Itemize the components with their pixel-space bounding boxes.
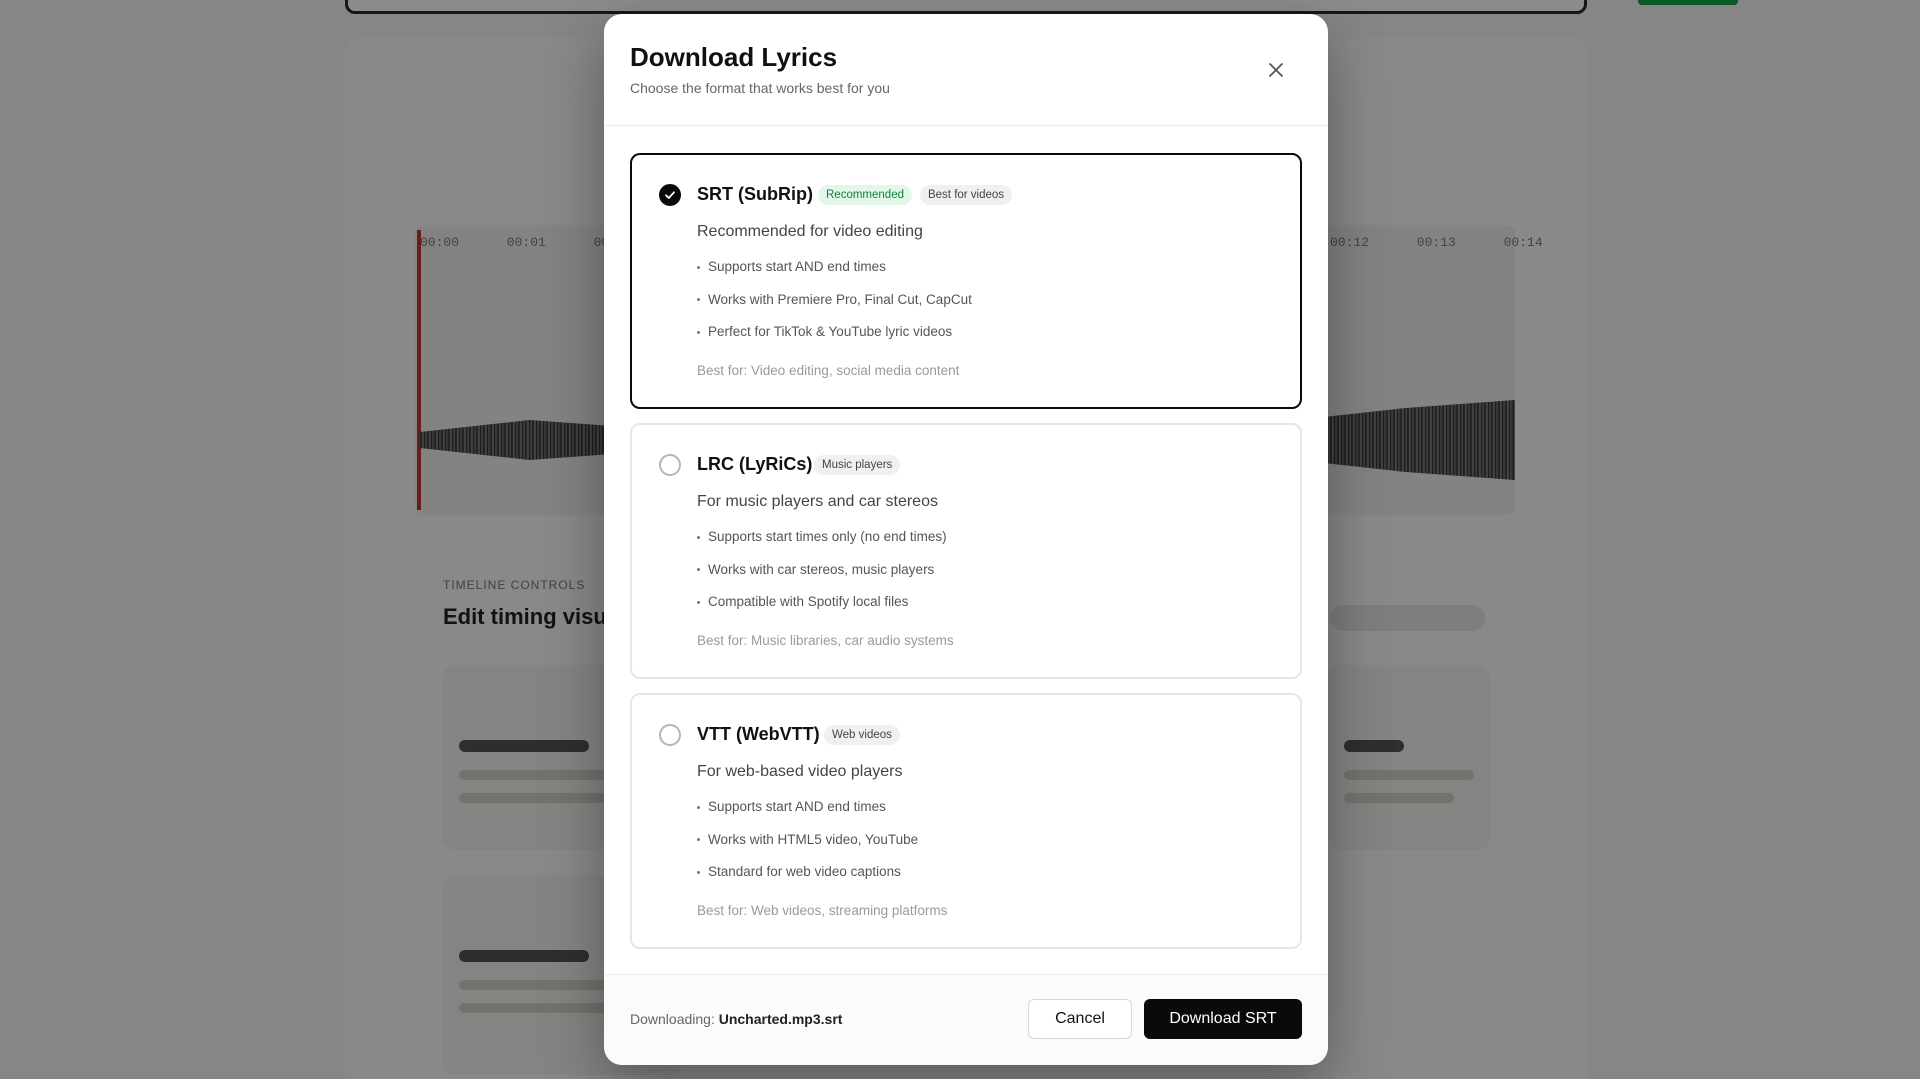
radio-button[interactable]	[659, 184, 681, 206]
bullet-icon	[697, 265, 700, 269]
feature-item: Compatible with Spotify local files	[697, 594, 947, 627]
radio-button[interactable]	[659, 454, 681, 476]
feature-text: Supports start AND end times	[708, 259, 886, 274]
feature-text: Compatible with Spotify local files	[708, 594, 909, 609]
feature-text: Standard for web video captions	[708, 864, 901, 879]
format-options: SRT (SubRip) Recommended Best for videos…	[630, 153, 1302, 963]
feature-text: Works with Premiere Pro, Final Cut, CapC…	[708, 291, 972, 307]
download-lyrics-dialog: Download Lyrics Choose the format that w…	[604, 14, 1328, 1065]
feature-item: Supports start AND end times	[697, 799, 918, 832]
bullet-icon	[697, 298, 700, 302]
feature-item: Supports start AND end times	[697, 259, 972, 292]
bullet-icon	[697, 330, 700, 334]
bullet-icon	[697, 870, 700, 874]
dialog-header: Download Lyrics Choose the format that w…	[604, 14, 1328, 126]
download-filename: Uncharted.mp3.srt	[718, 1011, 843, 1027]
cancel-button[interactable]: Cancel	[1028, 999, 1132, 1039]
feature-text: Supports start times only (no end times)	[708, 529, 947, 544]
best-for-text: Best for: Music libraries, car audio sys…	[697, 633, 954, 648]
feature-text: Perfect for TikTok & YouTube lyric video…	[708, 324, 953, 339]
bullet-icon	[697, 600, 700, 604]
close-button[interactable]	[1262, 56, 1290, 84]
format-badge: Best for videos	[919, 185, 1013, 205]
format-badges: Recommended Best for videos	[818, 185, 1013, 205]
feature-item: Standard for web video captions	[697, 864, 918, 897]
dialog-title: Download Lyrics	[630, 42, 838, 72]
best-for-text: Best for: Web videos, streaming platform…	[697, 903, 948, 918]
format-badge: Web videos	[824, 725, 900, 745]
format-name: LRC (LyRiCs)	[697, 454, 813, 474]
feature-list: Supports start AND end times Works with …	[697, 259, 972, 357]
format-name: SRT (SubRip)	[697, 184, 813, 204]
format-badges: Music players	[814, 455, 901, 475]
feature-item: Perfect for TikTok & YouTube lyric video…	[697, 324, 972, 357]
feature-text: Supports start AND end times	[708, 799, 886, 814]
downloading-info: Downloading: Uncharted.mp3.srt	[630, 1011, 842, 1027]
download-button[interactable]: Download SRT	[1144, 999, 1302, 1039]
bullet-icon	[697, 535, 700, 539]
dialog-footer: Downloading: Uncharted.mp3.srt Cancel Do…	[604, 974, 1328, 1065]
feature-item: Supports start times only (no end times)	[697, 529, 947, 562]
format-description: For web-based video players	[697, 763, 903, 780]
downloading-label: Downloading:	[630, 1011, 715, 1027]
feature-list: Supports start AND end times Works with …	[697, 799, 918, 897]
radio-button[interactable]	[659, 724, 681, 746]
feature-text: Works with car stereos, music players	[708, 561, 935, 577]
bullet-icon	[697, 568, 700, 572]
format-badges: Web videos	[824, 725, 900, 745]
bullet-icon	[697, 805, 700, 809]
format-option-vtt[interactable]: VTT (WebVTT) Web videos For web-based vi…	[630, 693, 1302, 949]
format-description: For music players and car stereos	[697, 493, 938, 510]
format-description: Recommended for video editing	[697, 223, 923, 240]
checkmark-icon	[665, 191, 675, 199]
recommended-badge: Recommended	[818, 185, 912, 205]
feature-item: Works with HTML5 video, YouTube	[697, 832, 918, 865]
feature-list: Supports start times only (no end times)…	[697, 529, 947, 627]
feature-text: Works with HTML5 video, YouTube	[708, 831, 919, 847]
feature-item: Works with Premiere Pro, Final Cut, CapC…	[697, 292, 972, 325]
close-icon	[1269, 63, 1283, 77]
dialog-subtitle: Choose the format that works best for yo…	[630, 80, 890, 96]
format-option-lrc[interactable]: LRC (LyRiCs) Music players For music pla…	[630, 423, 1302, 679]
format-name: VTT (WebVTT)	[697, 724, 820, 744]
bullet-icon	[697, 838, 700, 842]
format-option-srt[interactable]: SRT (SubRip) Recommended Best for videos…	[630, 153, 1302, 409]
best-for-text: Best for: Video editing, social media co…	[697, 363, 960, 378]
format-badge: Music players	[814, 455, 901, 475]
feature-item: Works with car stereos, music players	[697, 562, 947, 595]
